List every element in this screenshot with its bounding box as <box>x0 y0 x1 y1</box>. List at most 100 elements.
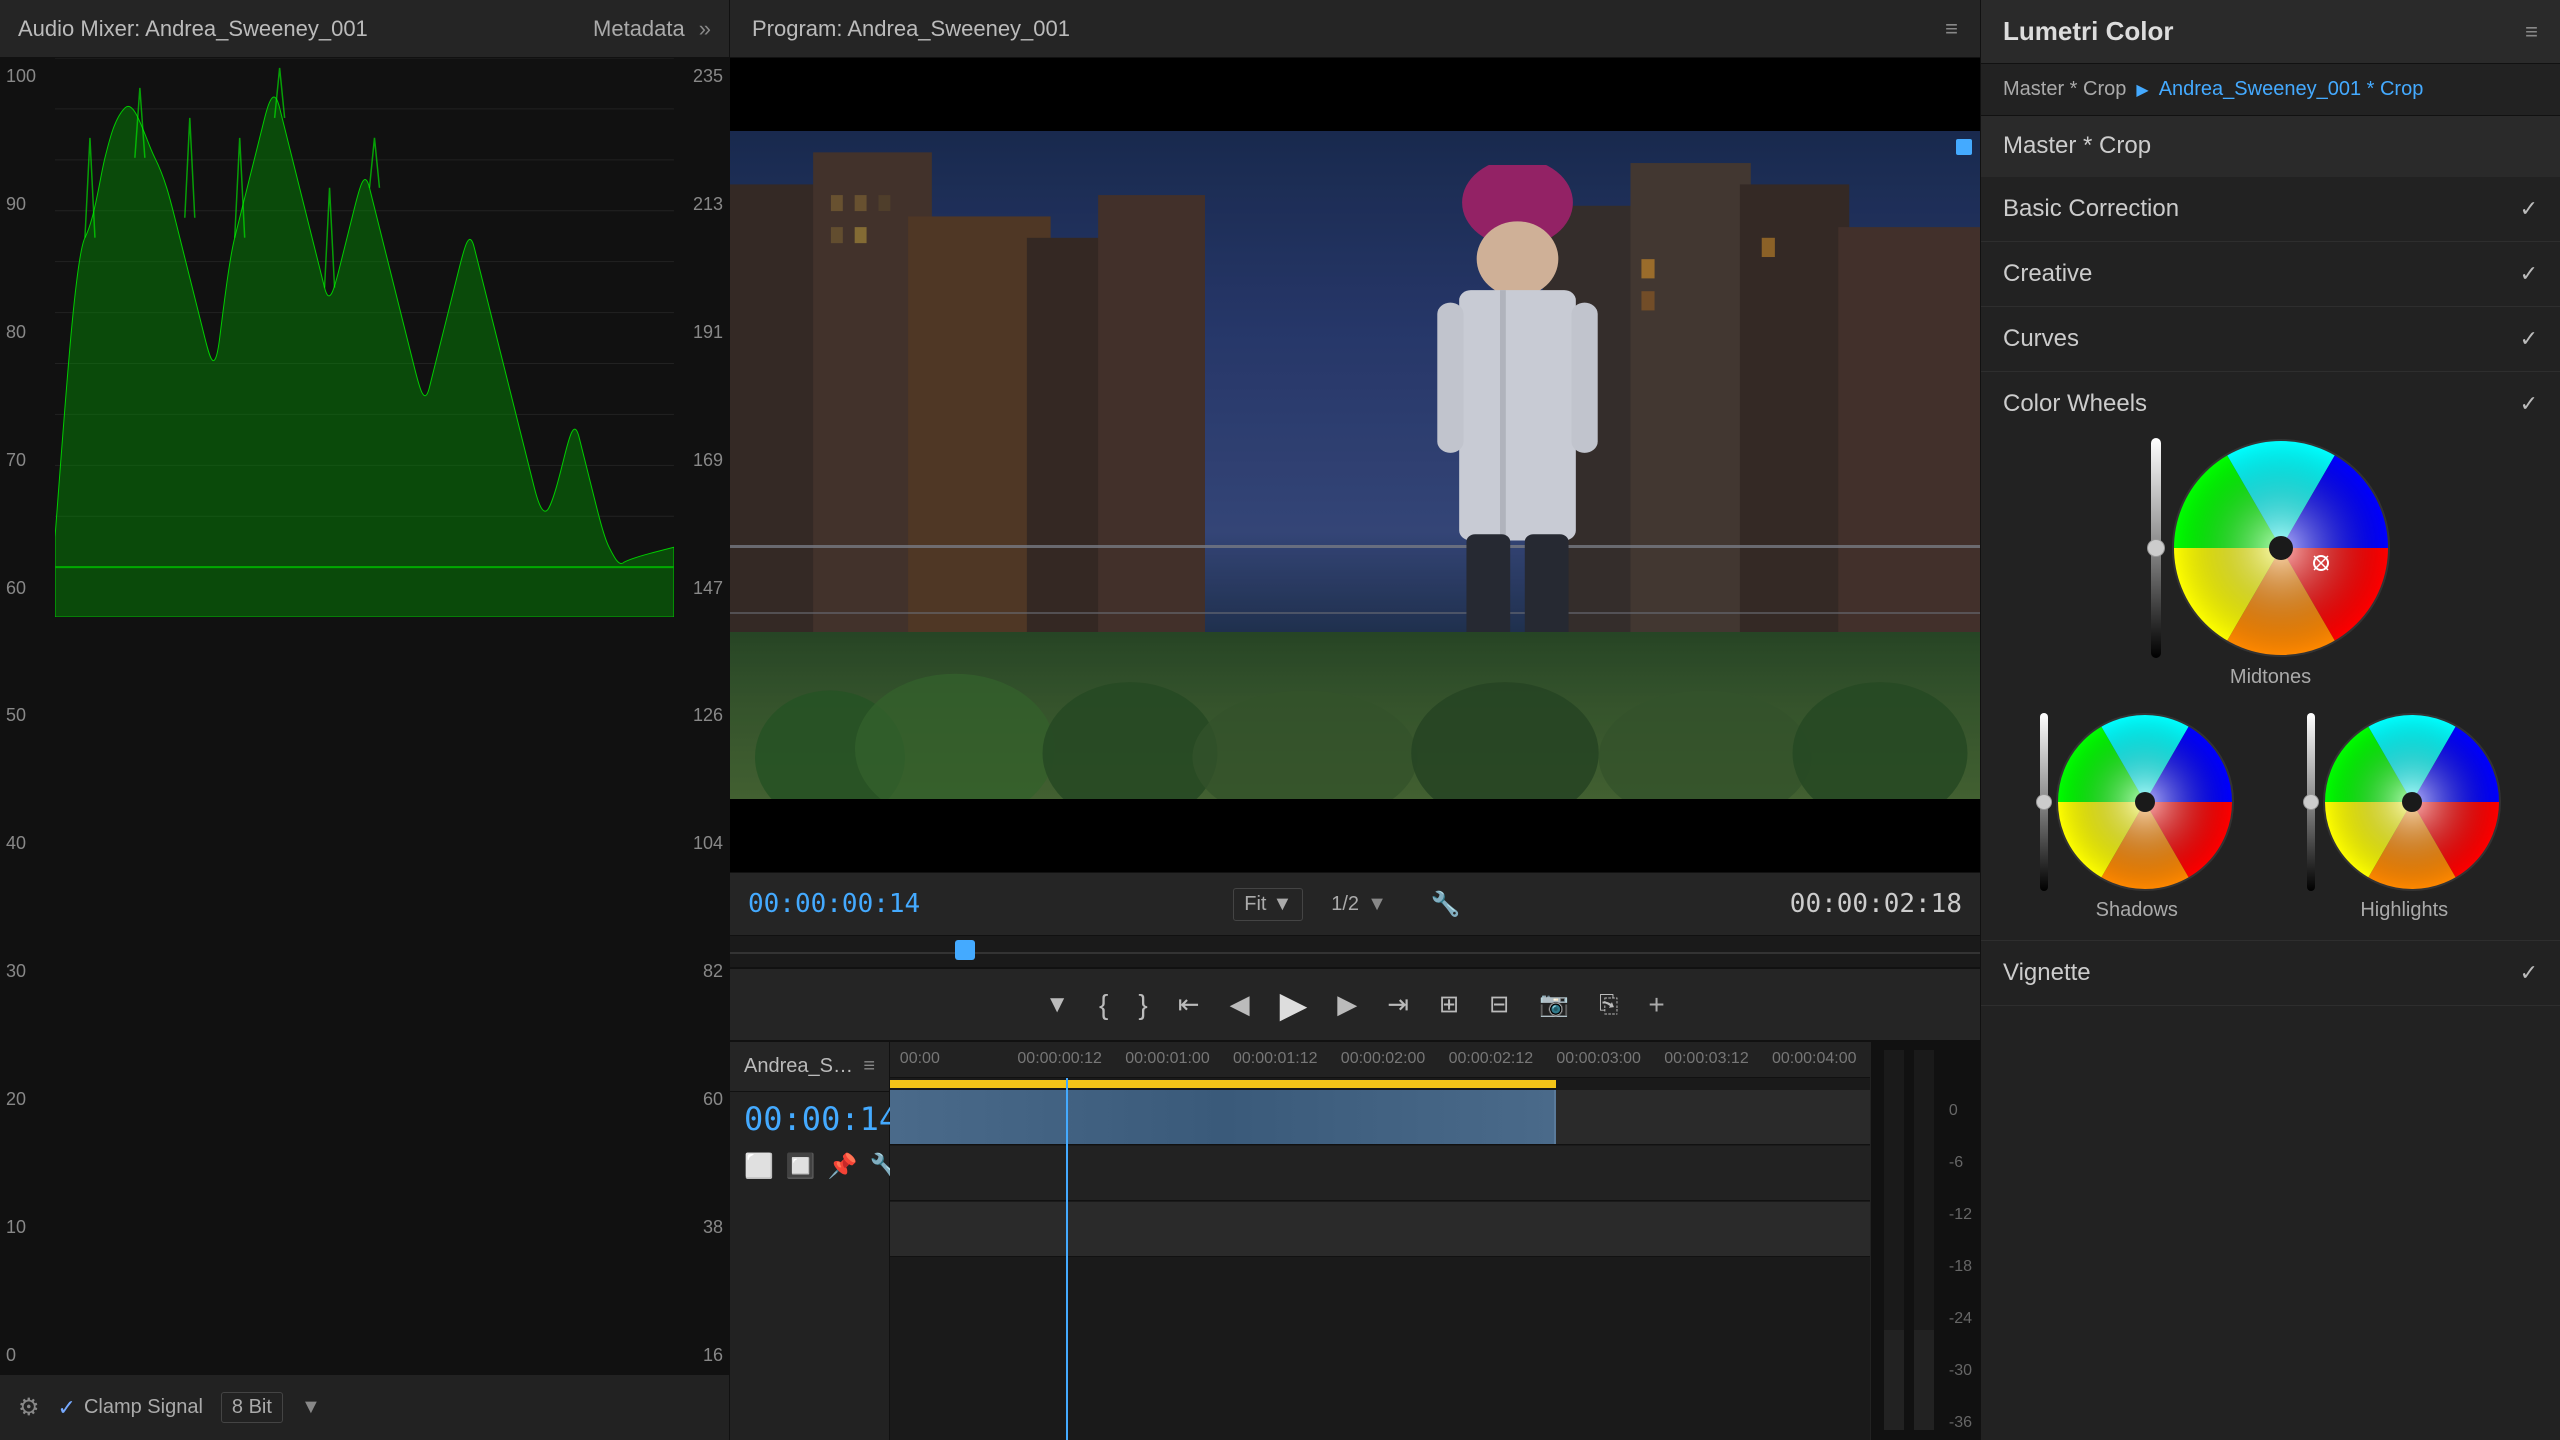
monitor-header: Program: Andrea_Sweeney_001 ≡ <box>730 0 1980 58</box>
lumetri-title: Lumetri Color <box>2003 16 2173 47</box>
timeline-timecode: 00:00:14 <box>744 1100 898 1138</box>
mark-in-button[interactable]: { <box>1093 983 1114 1027</box>
midtones-row: Midtones <box>2003 438 2538 689</box>
breadcrumb-dropdown-arrow[interactable]: ▶ <box>2136 80 2148 100</box>
top-section: Program: Andrea_Sweeney_001 ≡ <box>730 0 1980 1040</box>
bit-depth-dropdown-icon[interactable]: ▼ <box>301 1396 321 1419</box>
overwrite-button[interactable]: ⊟ <box>1483 984 1515 1025</box>
creative-label: Creative <box>2003 260 2092 288</box>
in-out-indicator <box>1956 139 1972 155</box>
waveform-right-labels: 235 213 191 169 147 126 104 82 60 38 16 <box>674 58 729 1374</box>
clamp-signal-checkbox[interactable]: ✓ Clamp Signal <box>58 1395 203 1421</box>
timeline-tool-2[interactable]: 🔲 <box>786 1152 816 1181</box>
page-dropdown-arrow[interactable]: ▼ <box>1367 893 1387 916</box>
buildings-right-svg <box>1543 131 1981 665</box>
highlights-v-slider[interactable] <box>2307 713 2315 891</box>
color-wheels-header: Color Wheels ✓ <box>2003 390 2538 418</box>
highlights-slider-handle[interactable] <box>2303 794 2319 810</box>
basic-correction-check: ✓ <box>2520 196 2538 222</box>
lumetri-header: Lumetri Color ≡ <box>1981 0 2560 64</box>
breadcrumb-master[interactable]: Master * Crop <box>2003 78 2126 101</box>
shadows-slider-handle[interactable] <box>2036 794 2052 810</box>
timeline-track-1 <box>890 1090 1870 1145</box>
timecode-current: 00:00:00:14 <box>748 889 920 919</box>
waveform-left-labels: 100 90 80 70 60 50 40 30 20 10 0 <box>0 58 55 1374</box>
midtones-label: Midtones <box>2230 666 2311 689</box>
insert-button[interactable]: ⊞ <box>1433 984 1465 1025</box>
vignette-section[interactable]: Vignette ✓ <box>1981 941 2560 1006</box>
scope-settings-icon[interactable]: ⚙ <box>18 1393 40 1422</box>
left-panel: Audio Mixer: Andrea_Sweeney_001 Metadata… <box>0 0 730 1440</box>
vignette-check: ✓ <box>2520 960 2538 986</box>
basic-correction-section[interactable]: Basic Correction ✓ <box>1981 177 2560 242</box>
vignette-label: Vignette <box>2003 959 2091 987</box>
color-wheels-check: ✓ <box>2520 391 2538 417</box>
timeline-header-left: Andrea_Sweeney_001 ≡ <box>730 1042 889 1092</box>
scrub-bar[interactable] <box>730 936 1980 968</box>
video-area <box>730 58 1980 872</box>
page-ratio: 1/2 <box>1331 893 1359 916</box>
timeline-pin-tool[interactable]: 📌 <box>828 1152 858 1181</box>
highlights-label: Highlights <box>2360 899 2448 922</box>
timeline-tools: ⬜ 🔲 📌 🔧 <box>730 1146 889 1187</box>
master-crop-label: Master * Crop <box>2003 132 2151 160</box>
railing-bottom <box>730 612 1980 614</box>
funnel-button[interactable]: ▼ <box>1039 985 1075 1025</box>
expand-icon[interactable]: » <box>699 16 711 42</box>
master-crop-section[interactable]: Master * Crop <box>1981 116 2560 177</box>
highlights-container: Highlights <box>2307 713 2501 922</box>
timeline-ruler: 00:00 00:00:00:12 00:00:01:00 00:00:01:1… <box>890 1042 1870 1078</box>
scrub-playhead-group <box>955 940 975 960</box>
step-forward-button[interactable]: ▶ <box>1331 983 1363 1026</box>
video-clip[interactable] <box>890 1090 1556 1144</box>
breadcrumb-clip[interactable]: Andrea_Sweeney_001 * Crop <box>2159 78 2424 101</box>
scope-footer: ⚙ ✓ Clamp Signal 8 Bit ▼ <box>0 1374 729 1440</box>
wrench-icon[interactable]: 🔧 <box>1431 890 1461 919</box>
meter-labels: 0 -6 -12 -18 -24 -30 -36 <box>1949 1102 1972 1432</box>
timeline-track-2 <box>890 1146 1870 1201</box>
go-to-out-button[interactable]: ⇥ <box>1381 983 1415 1026</box>
video-letterbox-bottom <box>730 799 1980 872</box>
timeline-menu-icon[interactable]: ≡ <box>863 1055 875 1078</box>
lumetri-breadcrumb: Master * Crop ▶ Andrea_Sweeney_001 * Cro… <box>1981 64 2560 116</box>
play-button[interactable]: ▶ <box>1274 978 1314 1032</box>
midtones-wheel-svg[interactable] <box>2171 438 2391 658</box>
work-area-bar[interactable] <box>890 1080 1556 1088</box>
bit-depth-label[interactable]: 8 Bit <box>221 1392 283 1423</box>
buildings-left-svg <box>730 131 1205 665</box>
bottom-panels: Andrea_Sweeney_001 ≡ 00:00:14 ⬜ 🔲 📌 🔧 00… <box>730 1040 1980 1440</box>
metadata-label[interactable]: Metadata <box>593 16 685 42</box>
midtones-slider-handle[interactable] <box>2147 539 2165 557</box>
scrub-handle[interactable] <box>955 940 975 960</box>
step-back-button[interactable]: ◀ <box>1224 983 1256 1026</box>
camera-button[interactable]: 📷 <box>1533 984 1575 1025</box>
basic-correction-label: Basic Correction <box>2003 195 2179 223</box>
shadows-wheel-svg[interactable] <box>2056 713 2234 891</box>
audio-mixer-title: Audio Mixer: Andrea_Sweeney_001 <box>18 16 368 42</box>
shadows-label: Shadows <box>2096 899 2178 922</box>
curves-section[interactable]: Curves ✓ <box>1981 307 2560 372</box>
timeline-right-meter: 0 -6 -12 -18 -24 -30 -36 <box>1870 1042 1980 1440</box>
timeline-tool-1[interactable]: ⬜ <box>744 1152 774 1181</box>
add-button[interactable]: + <box>1642 983 1670 1027</box>
waveform-area: 100 90 80 70 60 50 40 30 20 10 0 235 213… <box>0 58 729 1374</box>
timeline-timecode-display: 00:00:14 <box>730 1092 889 1146</box>
color-wheels-section: Color Wheels ✓ <box>1981 372 2560 941</box>
monitor-menu-icon[interactable]: ≡ <box>1945 16 1958 42</box>
fit-dropdown[interactable]: Fit ▼ <box>1233 888 1303 921</box>
panel-header-icons: Metadata » <box>593 16 711 42</box>
export-frame-button[interactable]: ⎘ <box>1593 985 1624 1025</box>
left-panel-header: Audio Mixer: Andrea_Sweeney_001 Metadata… <box>0 0 729 58</box>
shadows-v-slider[interactable] <box>2040 713 2048 891</box>
highlights-wheel-svg[interactable] <box>2323 713 2501 891</box>
go-to-in-button[interactable]: ⇤ <box>1172 983 1206 1026</box>
lumetri-menu-icon[interactable]: ≡ <box>2525 19 2538 45</box>
mark-out-button[interactable]: } <box>1132 983 1153 1027</box>
creative-section[interactable]: Creative ✓ <box>1981 242 2560 307</box>
center-area: Program: Andrea_Sweeney_001 ≡ <box>730 0 1980 1440</box>
mini-waveform-svg <box>1879 1050 1939 1430</box>
scrub-track <box>730 952 1980 954</box>
creative-check: ✓ <box>2520 261 2538 287</box>
timeline-tracks <box>890 1078 1870 1440</box>
midtones-v-slider[interactable] <box>2151 438 2161 658</box>
